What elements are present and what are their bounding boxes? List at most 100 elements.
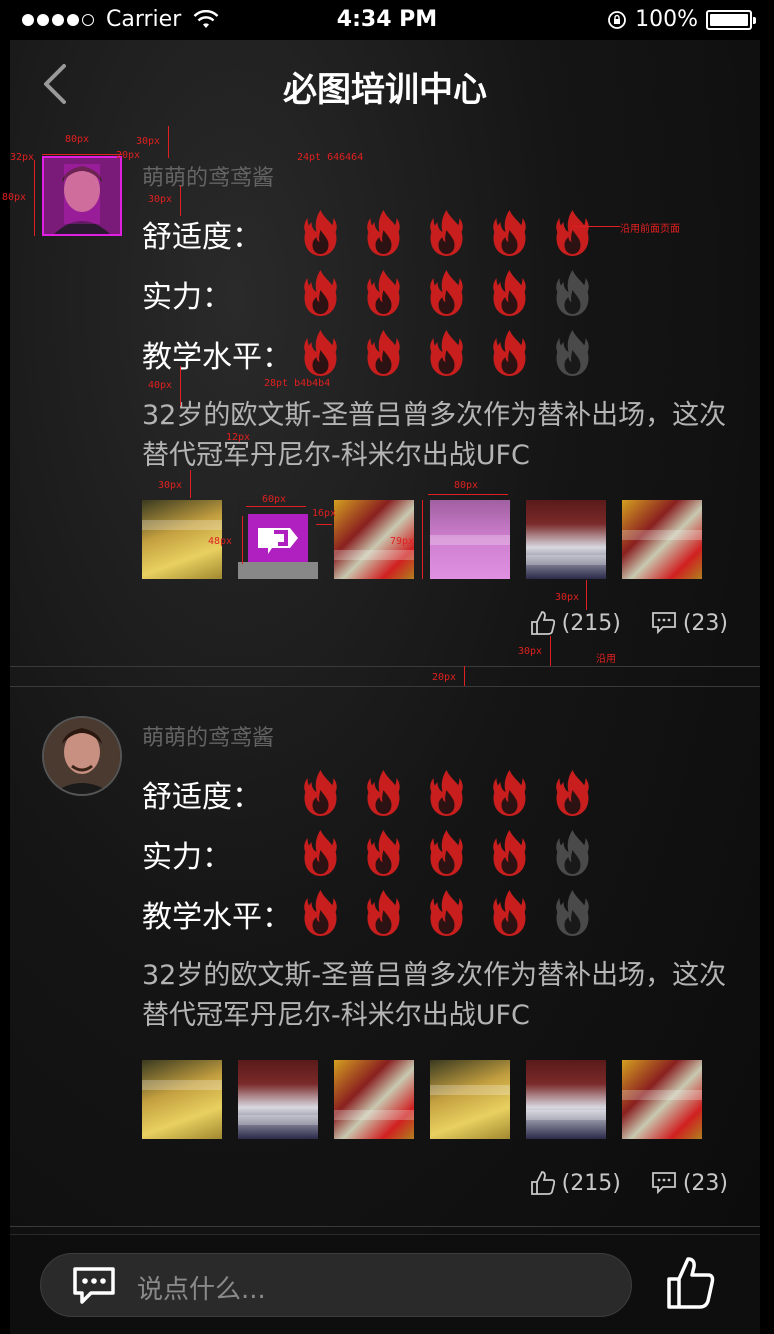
- app-logo-icon: [238, 514, 318, 579]
- divider: [10, 666, 760, 667]
- annotation: 16px: [312, 508, 337, 519]
- status-right: 100%: [607, 7, 756, 32]
- annotation: 沿用: [596, 654, 616, 665]
- flame-icon-active: [367, 270, 400, 316]
- flame-icon-active: [430, 270, 463, 316]
- annotation: 80px: [2, 192, 27, 203]
- screen: 必图培训中心 萌萌的鸢鸢酱 舒适度： 实力： 教学水平： 32岁的欧文斯-圣普吕…: [2, 40, 760, 1334]
- status-bar: Carrier 4:34 PM 100%: [0, 0, 774, 40]
- like-action[interactable]: (215): [530, 1170, 621, 1196]
- review-card: 萌萌的鸢鸢酱 舒适度： 实力： 教学水平： 32岁的欧文斯-圣普吕曾多次作为替补…: [10, 710, 760, 1270]
- flame-icon-active: [493, 890, 526, 936]
- comment-count: (23): [682, 610, 728, 636]
- rating-label: 舒适度：: [142, 780, 262, 815]
- rating-row-strength: 实力：: [142, 268, 742, 318]
- flame-rating: [298, 768, 595, 818]
- post-actions: (215) (23): [530, 610, 728, 636]
- photo-strip: [142, 1060, 702, 1139]
- photo-thumb[interactable]: [430, 500, 510, 579]
- chat-icon: [73, 1267, 115, 1304]
- rating-label: 实力：: [142, 840, 232, 875]
- flame-icon-active: [304, 830, 337, 876]
- flame-icon-active: [430, 890, 463, 936]
- phone-frame: Carrier 4:34 PM 100% 必图培训中心 萌萌的鸢鸢酱 舒适度： …: [0, 0, 774, 1334]
- flame-icon-active: [367, 830, 400, 876]
- annotation: 30px: [518, 646, 543, 657]
- avatar-image: [44, 718, 120, 794]
- flame-icon-active: [430, 830, 463, 876]
- battery-percent: 100%: [635, 7, 698, 32]
- comment-icon: [651, 612, 676, 635]
- flame-icon-active: [304, 270, 337, 316]
- flame-icon-active: [430, 770, 463, 816]
- flame-icon-active: [493, 330, 526, 376]
- flame-icon-active: [493, 830, 526, 876]
- flame-icon-active: [304, 210, 337, 256]
- battery-icon: [706, 9, 756, 30]
- like-icon[interactable]: [666, 1255, 716, 1311]
- photo-thumb[interactable]: [430, 1060, 510, 1139]
- flame-icon-active: [304, 330, 337, 376]
- photo-thumb[interactable]: [622, 1060, 702, 1139]
- flame-icon-active: [556, 770, 589, 816]
- annotation: 30px: [158, 480, 183, 491]
- rating-label: 教学水平：: [142, 340, 292, 375]
- flame-icon-active: [430, 330, 463, 376]
- flame-rating: [298, 828, 595, 878]
- photo-thumb[interactable]: [526, 1060, 606, 1139]
- post-actions: (215) (23): [530, 1170, 728, 1196]
- annotation: 28pt b4b4b4: [264, 378, 331, 389]
- photo-thumb[interactable]: [622, 500, 702, 579]
- flame-icon-inactive: [556, 270, 589, 316]
- comment-input[interactable]: 说点什么...: [40, 1253, 632, 1317]
- like-action[interactable]: (215): [530, 610, 621, 636]
- rating-row-comfort: 舒适度：: [142, 768, 742, 818]
- divider: [10, 686, 760, 687]
- annotation: 30px: [148, 194, 173, 205]
- comment-count: (23): [682, 1170, 728, 1196]
- flame-icon-active: [367, 210, 400, 256]
- flame-icon-active: [430, 210, 463, 256]
- annotation: 40px: [148, 380, 173, 391]
- photo-thumb[interactable]: [238, 1060, 318, 1139]
- nav-bar: 必图培训中心: [10, 40, 760, 130]
- photo-thumb[interactable]: [142, 1060, 222, 1139]
- comment-action[interactable]: (23): [651, 1171, 728, 1196]
- comment-action[interactable]: (23): [651, 611, 728, 636]
- rating-row-strength: 实力：: [142, 828, 742, 878]
- annotation: 30px: [555, 592, 580, 603]
- comment-bar: 说点什么...: [10, 1234, 760, 1334]
- divider: [10, 1226, 760, 1227]
- comment-icon: [651, 1172, 676, 1195]
- avatar[interactable]: [42, 716, 122, 796]
- flame-icon-active: [493, 210, 526, 256]
- flame-icon-active: [367, 890, 400, 936]
- flame-icon-active: [493, 770, 526, 816]
- review-text: 32岁的欧文斯-圣普吕曾多次作为替补出场，这次替代冠军丹尼尔-科米尔出战UFC: [142, 960, 727, 1031]
- username[interactable]: 萌萌的鸢鸢酱: [142, 720, 274, 752]
- flame-icon-active: [493, 270, 526, 316]
- annotation: 20px: [116, 150, 141, 161]
- flame-icon-active: [304, 770, 337, 816]
- annotation: 80px: [65, 134, 90, 145]
- annotation: 24pt 646464: [297, 152, 364, 163]
- flame-icon-inactive: [556, 830, 589, 876]
- page-title: 必图培训中心: [283, 70, 487, 110]
- photo-thumb[interactable]: [334, 1060, 414, 1139]
- annotation: 12px: [226, 432, 251, 443]
- flame-rating: [298, 208, 595, 258]
- photo-thumb[interactable]: [238, 500, 318, 579]
- thumbs-up-icon: [530, 611, 555, 635]
- rating-row-teaching: 教学水平：: [142, 328, 742, 378]
- like-count: (215): [561, 610, 621, 636]
- flame-icon-inactive: [556, 890, 589, 936]
- flame-icon-inactive: [556, 330, 589, 376]
- avatar[interactable]: [42, 156, 122, 236]
- avatar-image: [44, 158, 120, 234]
- username[interactable]: 萌萌的鸢鸢酱: [142, 160, 274, 192]
- photo-thumb[interactable]: [526, 500, 606, 579]
- annotation: 79px: [390, 536, 415, 547]
- annotation: 沿用前面页面: [620, 224, 680, 235]
- annotation: 80px: [454, 480, 479, 491]
- flame-rating: [298, 888, 595, 938]
